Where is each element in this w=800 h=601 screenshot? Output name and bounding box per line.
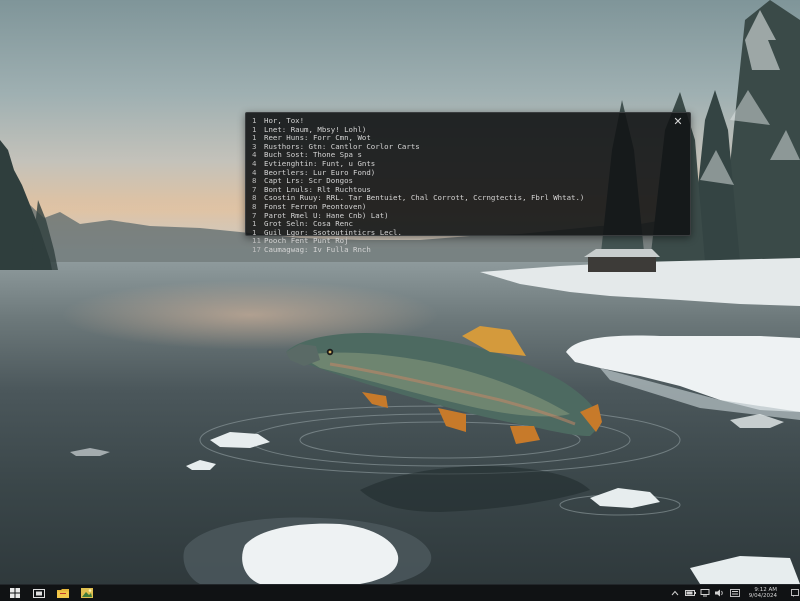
start-button[interactable]: [6, 586, 24, 600]
task-view-icon: [33, 588, 45, 598]
language-icon[interactable]: [730, 588, 741, 598]
photos-icon: [81, 588, 93, 598]
trout-fish: [286, 326, 602, 444]
photos-app-button[interactable]: [78, 586, 96, 600]
close-icon[interactable]: ✕: [672, 116, 684, 128]
terminal-text-area[interactable]: 1 Hor, Tox! 1 Lnet: Raum, Mbsy! Lohl) 1 Ree…: [252, 116, 670, 255]
left-pine-trees: [0, 140, 58, 270]
battery-icon[interactable]: [684, 588, 696, 598]
terminal-line: 17 Caumagwag: Iv Fulla Rnch: [252, 244, 670, 255]
task-view-button[interactable]: [30, 586, 48, 600]
taskbar-clock[interactable]: 9:12 AM 9/04/2024: [749, 587, 777, 599]
folder-icon: [57, 589, 69, 598]
line-text: Caumagwag: Iv Fulla Rnch: [264, 244, 371, 254]
terminal-window[interactable]: ✕ 1 Hor, Tox! 1 Lnet: Raum, Mbsy! Lohl) 1R…: [245, 112, 691, 254]
notifications-icon[interactable]: [789, 588, 800, 598]
windows-logo-icon: [10, 588, 20, 598]
network-icon[interactable]: [700, 588, 711, 598]
speaker-icon[interactable]: [715, 588, 726, 598]
clock-date: 9/04/2024: [748, 593, 777, 599]
file-explorer-button[interactable]: [54, 586, 72, 600]
chevron-up-icon[interactable]: [670, 588, 681, 598]
wallpaper-scene-art: [0, 0, 800, 584]
desktop-wallpaper: [0, 0, 800, 584]
system-tray: 9:12 AM 9/04/2024: [666, 585, 800, 601]
line-number: 17: [252, 244, 261, 254]
taskbar: 9:12 AM 9/04/2024: [0, 584, 800, 601]
